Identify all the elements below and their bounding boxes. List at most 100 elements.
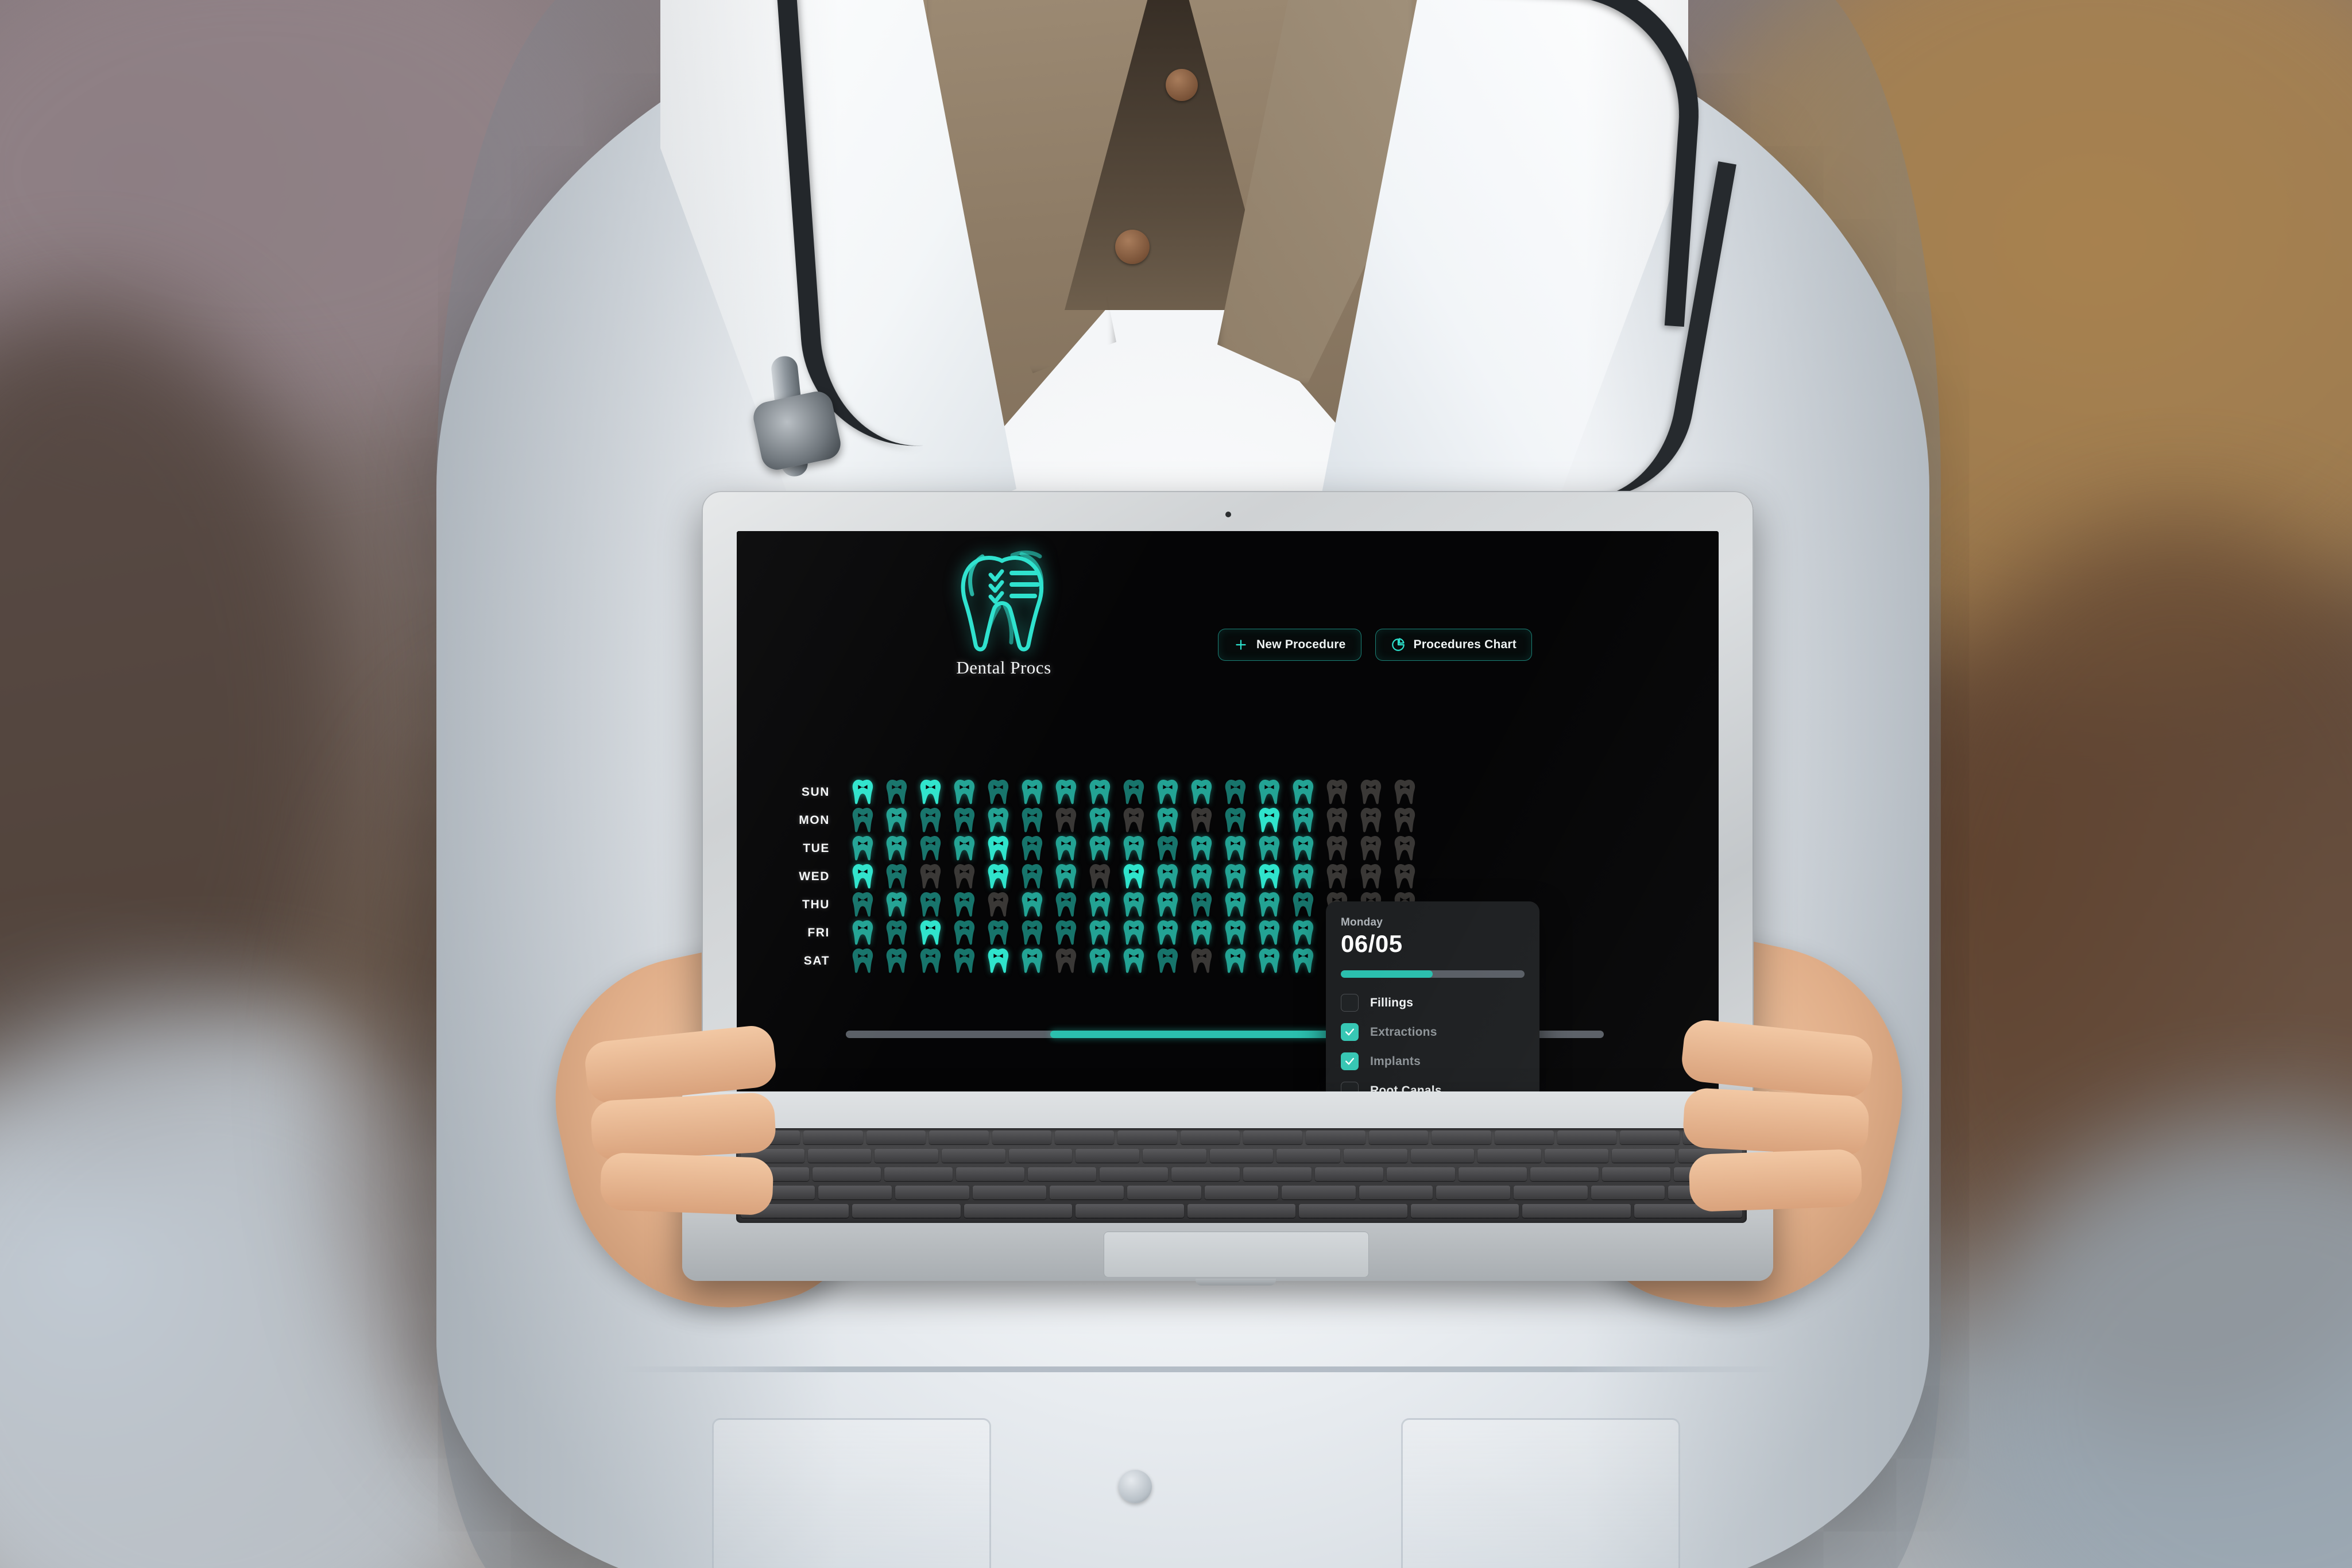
keyboard-key[interactable]: [1243, 1167, 1312, 1181]
keyboard-key[interactable]: [884, 1167, 953, 1181]
keyboard-key[interactable]: [1344, 1149, 1407, 1163]
keyboard-key[interactable]: [803, 1130, 863, 1144]
tooth-icon[interactable]: [1354, 948, 1388, 974]
tooth-icon[interactable]: [1049, 864, 1083, 890]
tooth-icon[interactable]: [1252, 807, 1286, 834]
tooth-icon[interactable]: [1185, 948, 1218, 974]
tooth-icon[interactable]: [1185, 835, 1218, 862]
tooth-icon[interactable]: [1151, 835, 1185, 862]
tooth-icon[interactable]: [1286, 864, 1320, 890]
tooth-icon[interactable]: [1083, 835, 1117, 862]
tooth-icon[interactable]: [846, 948, 880, 974]
tooth-icon[interactable]: [1354, 779, 1388, 806]
tooth-icon[interactable]: [846, 892, 880, 918]
tooth-icon[interactable]: [1015, 948, 1049, 974]
tooth-icon[interactable]: [1286, 835, 1320, 862]
grid-scrollbar-track[interactable]: [846, 1031, 1604, 1038]
tooth-icon[interactable]: [1015, 807, 1049, 834]
new-procedure-button[interactable]: New Procedure: [1218, 629, 1361, 661]
keyboard-key[interactable]: [1620, 1130, 1680, 1144]
tooth-icon[interactable]: [1388, 920, 1422, 946]
tooth-icon[interactable]: [1388, 948, 1422, 974]
keyboard-key[interactable]: [1008, 1149, 1073, 1163]
tooth-icon[interactable]: [846, 779, 880, 806]
tooth-icon[interactable]: [914, 920, 947, 946]
tooth-icon[interactable]: [1354, 864, 1388, 890]
tooth-icon[interactable]: [981, 807, 1015, 834]
keyboard-key[interactable]: [1432, 1130, 1491, 1144]
tooth-icon[interactable]: [1388, 835, 1422, 862]
keyboard-key[interactable]: [1359, 1186, 1433, 1199]
keyboard-key[interactable]: [1459, 1167, 1527, 1181]
tooth-icon[interactable]: [1117, 864, 1151, 890]
tooth-icon[interactable]: [1185, 864, 1218, 890]
keyboard-key[interactable]: [1076, 1204, 1184, 1218]
tooth-icon[interactable]: [1151, 807, 1185, 834]
tooth-icon[interactable]: [1252, 779, 1286, 806]
tooth-icon[interactable]: [914, 892, 947, 918]
tooth-icon[interactable]: [914, 948, 947, 974]
tooth-icon[interactable]: [1151, 864, 1185, 890]
keyboard-key[interactable]: [1494, 1130, 1554, 1144]
grid-scrollbar-thumb[interactable]: [1050, 1031, 1399, 1038]
tooth-icon[interactable]: [1218, 864, 1252, 890]
keyboard-key[interactable]: [1143, 1149, 1206, 1163]
tooth-icon[interactable]: [1117, 948, 1151, 974]
keyboard-key[interactable]: [942, 1149, 1005, 1163]
tooth-icon[interactable]: [947, 807, 981, 834]
tooth-icon[interactable]: [1117, 892, 1151, 918]
tooth-icon[interactable]: [880, 807, 914, 834]
tooth-icon[interactable]: [1151, 920, 1185, 946]
tooth-icon[interactable]: [1083, 892, 1117, 918]
tooth-icon[interactable]: [1320, 948, 1354, 974]
checkbox-implants[interactable]: [1341, 1052, 1359, 1070]
tooth-icon[interactable]: [846, 864, 880, 890]
keyboard-key[interactable]: [992, 1130, 1051, 1144]
tooth-icon[interactable]: [1320, 779, 1354, 806]
tooth-icon[interactable]: [846, 835, 880, 862]
tooth-icon[interactable]: [1388, 779, 1422, 806]
tooth-icon[interactable]: [1185, 807, 1218, 834]
keyboard-key[interactable]: [895, 1186, 969, 1199]
tooth-icon[interactable]: [981, 779, 1015, 806]
tooth-icon[interactable]: [1286, 892, 1320, 918]
checkbox-extractions[interactable]: [1341, 1023, 1359, 1041]
tooth-icon[interactable]: [981, 920, 1015, 946]
tooth-icon[interactable]: [1252, 948, 1286, 974]
tooth-icon[interactable]: [1049, 807, 1083, 834]
tooth-icon[interactable]: [1049, 779, 1083, 806]
tooth-icon[interactable]: [880, 779, 914, 806]
tooth-icon[interactable]: [1218, 807, 1252, 834]
keyboard-key[interactable]: [1602, 1167, 1670, 1181]
tooth-icon[interactable]: [981, 892, 1015, 918]
tooth-icon[interactable]: [981, 948, 1015, 974]
tooth-icon[interactable]: [1252, 920, 1286, 946]
keyboard-key[interactable]: [1306, 1130, 1365, 1144]
tooth-icon[interactable]: [1320, 835, 1354, 862]
tooth-icon[interactable]: [914, 807, 947, 834]
keyboard-key[interactable]: [1611, 1149, 1676, 1163]
tooth-icon[interactable]: [1218, 835, 1252, 862]
keyboard-key[interactable]: [1477, 1149, 1542, 1163]
keyboard-key[interactable]: [956, 1167, 1024, 1181]
laptop-keyboard[interactable]: [736, 1128, 1747, 1223]
tooth-icon[interactable]: [1320, 807, 1354, 834]
tooth-icon[interactable]: [1117, 835, 1151, 862]
tooth-icon[interactable]: [880, 948, 914, 974]
tooth-icon[interactable]: [1151, 948, 1185, 974]
keyboard-key[interactable]: [1100, 1167, 1168, 1181]
tooth-icon[interactable]: [1286, 920, 1320, 946]
tooth-icon[interactable]: [1252, 892, 1286, 918]
keyboard-key[interactable]: [1514, 1186, 1588, 1199]
tooth-icon[interactable]: [1015, 864, 1049, 890]
tooth-icon[interactable]: [1185, 892, 1218, 918]
tooth-icon[interactable]: [880, 835, 914, 862]
keyboard-key[interactable]: [852, 1204, 961, 1218]
keyboard-key[interactable]: [1127, 1186, 1201, 1199]
tooth-icon[interactable]: [880, 920, 914, 946]
tooth-icon[interactable]: [947, 948, 981, 974]
keyboard-key[interactable]: [1171, 1167, 1240, 1181]
keyboard-key[interactable]: [1054, 1130, 1115, 1144]
tooth-icon[interactable]: [1218, 779, 1252, 806]
tooth-icon[interactable]: [1320, 864, 1354, 890]
